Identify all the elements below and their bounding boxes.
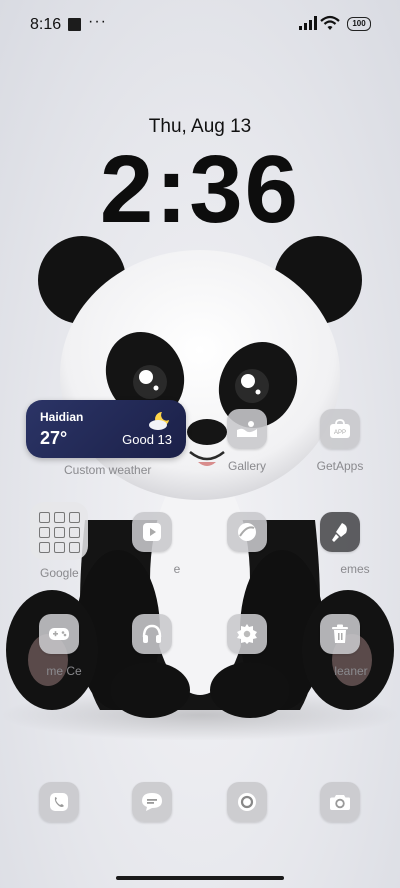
status-time: 8:16	[30, 16, 62, 33]
folder-app-icon	[39, 542, 50, 553]
gear-icon	[227, 614, 267, 654]
status-bar: 8:16 ··· 100	[0, 0, 400, 48]
folder-app-icon	[39, 512, 50, 523]
headphones-icon	[132, 614, 172, 654]
google-folder-label: Google	[40, 566, 79, 580]
app-cleaner[interactable]: leaner	[300, 614, 380, 678]
wifi-icon	[320, 15, 340, 30]
app-themes-label: emes	[340, 562, 370, 576]
weather-widget[interactable]: Haidian 27° Good 13	[26, 400, 186, 458]
weather-widget-label: Custom weather	[64, 463, 152, 477]
home-indicator[interactable]	[116, 876, 284, 880]
dock-browser[interactable]	[207, 782, 287, 822]
folder-app-icon	[54, 527, 65, 538]
getapps-icon: APP	[320, 409, 360, 449]
app-getapps[interactable]: APP GetApps	[300, 409, 380, 473]
trash-icon	[320, 614, 360, 654]
app-gallery[interactable]: Gallery	[207, 409, 287, 473]
dock-camera[interactable]	[300, 782, 380, 822]
phone-icon	[39, 782, 79, 822]
dock-messages[interactable]	[112, 782, 192, 822]
overflow-notifications: ···	[88, 13, 107, 30]
folder-app-icon	[54, 542, 65, 553]
gallery-icon	[227, 409, 267, 449]
app-video-label: e	[173, 562, 181, 576]
folder-app-icon	[39, 527, 50, 538]
dock-phone[interactable]	[19, 782, 99, 822]
camera-icon	[320, 782, 360, 822]
message-icon	[132, 782, 172, 822]
play-icon	[132, 512, 172, 552]
browser-ring-icon	[227, 782, 267, 822]
app-cleaner-label: leaner	[334, 664, 368, 678]
app-music[interactable]	[112, 614, 192, 654]
folder-app-icon	[69, 512, 80, 523]
weather-temperature: 27°	[40, 428, 68, 448]
app-themes[interactable]: emes	[300, 512, 380, 576]
app-browser[interactable]	[207, 512, 287, 552]
folder-app-icon	[69, 542, 80, 553]
weather-air-quality: Good 13	[122, 432, 172, 447]
battery-icon: 100	[347, 17, 371, 31]
partly-cloudy-night-icon	[149, 412, 169, 430]
folder-app-icon	[54, 512, 65, 523]
app-getapps-label: GetApps	[316, 459, 364, 473]
weather-city: Haidian	[40, 410, 84, 424]
notification-square-icon	[68, 18, 81, 31]
svg-text:APP: APP	[334, 430, 346, 436]
themes-brush-icon	[320, 512, 360, 552]
app-game-center[interactable]: me Ce	[19, 614, 99, 678]
google-folder[interactable]	[30, 502, 88, 560]
signal-icon	[299, 16, 317, 30]
app-gallery-label: Gallery	[227, 459, 266, 473]
folder-app-icon	[69, 527, 80, 538]
app-video[interactable]: e	[112, 512, 192, 576]
app-settings[interactable]	[207, 614, 287, 654]
browser-icon	[227, 512, 267, 552]
gamepad-icon	[39, 614, 79, 654]
app-game-center-label: me Ce	[46, 664, 82, 678]
lockscreen-date: Thu, Aug 13	[148, 116, 252, 137]
